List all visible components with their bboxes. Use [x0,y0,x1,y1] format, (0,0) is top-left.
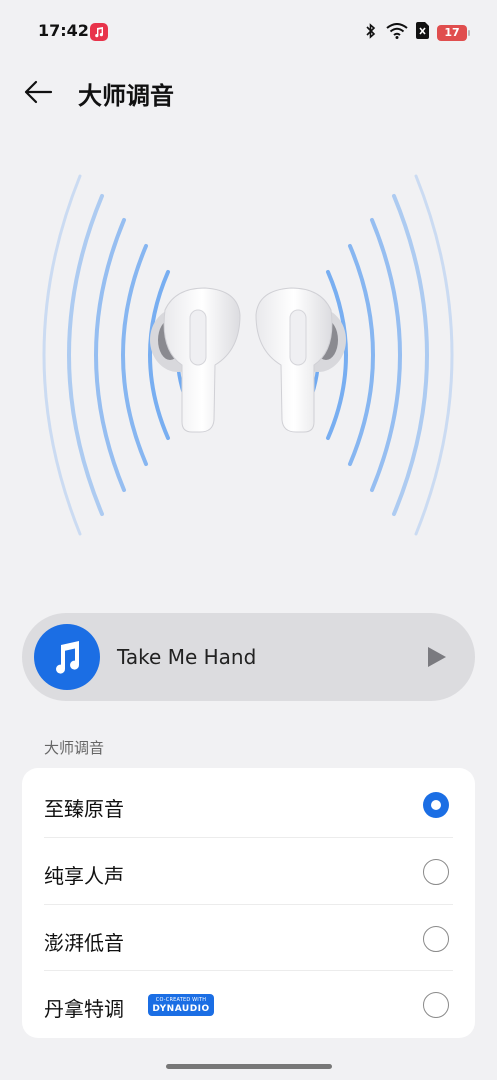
option-row[interactable]: 至臻原音 [22,771,475,838]
tuning-options-list: 至臻原音 纯享人声 澎湃低音 丹拿特调 CO-CREATED WITH DYNA… [22,768,475,1038]
status-time: 17:42 [38,21,89,40]
radio-button[interactable] [423,926,449,952]
play-button[interactable] [421,641,453,673]
option-label: 纯享人声 [44,864,124,888]
battery-indicator: 17 [437,24,470,41]
radio-button-selected[interactable] [423,792,449,818]
option-row[interactable]: 纯享人声 [22,838,475,905]
sim-disabled-icon [416,22,429,43]
now-playing-card[interactable]: Take Me Hand [22,613,475,701]
section-label: 大师调音 [44,739,105,757]
option-label: 丹拿特调 [44,997,124,1021]
option-row[interactable]: 澎湃低音 [22,905,475,972]
track-title: Take Me Hand [117,645,257,669]
earbuds-illustration [0,160,497,560]
option-label: 至臻原音 [44,797,124,821]
radio-button[interactable] [423,859,449,885]
music-app-icon [90,23,108,41]
bluetooth-icon [364,22,378,43]
badge-caption: CO-CREATED WITH [155,997,207,1003]
play-icon [428,647,446,667]
option-row[interactable]: 丹拿特调 CO-CREATED WITH DYNAUDIO [22,971,475,1038]
home-indicator[interactable] [166,1064,332,1069]
option-label: 澎湃低音 [44,931,124,955]
back-button[interactable] [18,74,58,110]
radio-button[interactable] [423,992,449,1018]
dynaudio-badge: CO-CREATED WITH DYNAUDIO [148,994,214,1016]
music-note-icon [56,641,80,674]
status-bar: 17:42 17 [0,0,497,62]
badge-brand: DYNAUDIO [152,1004,210,1014]
back-arrow-icon [24,80,53,104]
page-title: 大师调音 [78,82,174,110]
header: 大师调音 [0,62,497,122]
battery-level: 17 [444,26,460,39]
album-art [34,624,100,690]
wifi-icon [386,22,408,43]
